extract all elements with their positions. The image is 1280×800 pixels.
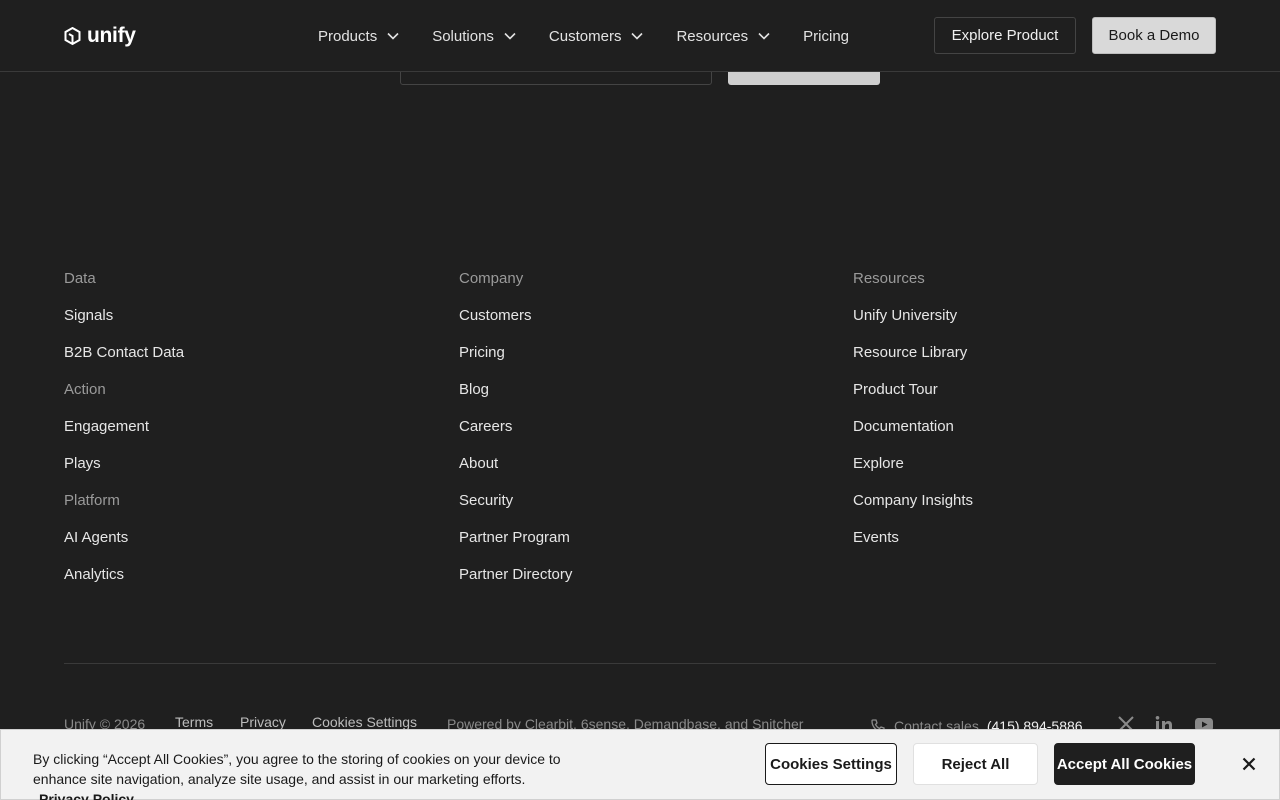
main-nav: Products Solutions Customers Resources P… [318,24,849,48]
nav-products[interactable]: Products [318,28,399,45]
footer-link-analytics[interactable]: Analytics [64,566,184,584]
footer-link-customers[interactable]: Customers [459,307,572,325]
footer-heading: Action [64,381,106,398]
footer-link-company-insights[interactable]: Company Insights [853,492,973,510]
explore-product-button[interactable]: Explore Product [934,17,1076,54]
chevron-down-icon [631,32,644,40]
footer-heading: Data [64,270,96,287]
close-icon[interactable] [1237,752,1261,776]
footer-link-documentation[interactable]: Documentation [853,418,973,436]
unify-logo-icon [64,26,81,45]
footer-link-partner-program[interactable]: Partner Program [459,529,572,547]
footer-link-careers[interactable]: Careers [459,418,572,436]
cookie-banner-text: By clicking “Accept All Cookies”, you ag… [33,749,573,800]
nav-solutions[interactable]: Solutions [432,28,516,45]
cookies-settings-button[interactable]: Cookies Settings [765,743,897,785]
footer-group-action: Action Engagement Plays [64,381,184,473]
footer-link-signals[interactable]: Signals [64,307,184,325]
chevron-down-icon [504,32,516,40]
site-header: unify Products Solutions Customers Resou… [0,0,1280,72]
nav-pricing[interactable]: Pricing [803,28,849,45]
footer-link-product-tour[interactable]: Product Tour [853,381,973,399]
footer-link-engagement[interactable]: Engagement [64,418,184,436]
footer-heading: Platform [64,492,120,509]
nav-pricing-label: Pricing [803,27,850,45]
cookie-message: By clicking “Accept All Cookies”, you ag… [33,751,561,787]
footer-link-events[interactable]: Events [853,529,973,547]
footer-divider [64,663,1216,664]
footer-link-resource-library[interactable]: Resource Library [853,344,973,362]
privacy-policy-link[interactable]: Privacy Policy [39,791,134,800]
terms-link[interactable]: Terms [175,714,213,730]
nav-customers-label: Customers [548,27,622,45]
footer-group-platform: Platform AI Agents Analytics [64,492,184,584]
nav-customers[interactable]: Customers [549,28,644,45]
footer-heading: Resources [853,270,925,287]
footer-link-ai-agents[interactable]: AI Agents [64,529,184,547]
footer-link-pricing[interactable]: Pricing [459,344,572,362]
footer-link-blog[interactable]: Blog [459,381,572,399]
nav-solutions-label: Solutions [432,27,494,45]
footer-link-explore[interactable]: Explore [853,455,973,473]
footer-group-data: Data Signals B2B Contact Data [64,270,184,362]
nav-products-label: Products [318,27,378,45]
footer-link-plays[interactable]: Plays [64,455,184,473]
logo-text: unify [87,24,136,47]
footer-link-security[interactable]: Security [459,492,572,510]
footer-link-partner-directory[interactable]: Partner Directory [459,566,572,584]
cookies-settings-link[interactable]: Cookies Settings [312,714,417,730]
footer-link-about[interactable]: About [459,455,572,473]
nav-resources-label: Resources [676,27,749,45]
nav-resources[interactable]: Resources [676,28,770,45]
footer-link-b2b-contact-data[interactable]: B2B Contact Data [64,344,184,362]
footer-column-resources: Resources Unify University Resource Libr… [853,270,973,566]
unify-logo[interactable]: unify [64,24,136,48]
footer-column-company: Company Customers Pricing Blog Careers A… [459,270,572,603]
chevron-down-icon [387,32,399,40]
reject-all-button[interactable]: Reject All [913,743,1038,785]
book-demo-button[interactable]: Book a Demo [1092,17,1216,54]
footer-column-product: Data Signals B2B Contact Data Action Eng… [64,270,184,603]
footer-heading: Company [459,270,524,287]
accept-all-cookies-button[interactable]: Accept All Cookies [1054,743,1195,785]
privacy-link[interactable]: Privacy [240,714,286,730]
footer-link-unify-university[interactable]: Unify University [853,307,973,325]
chevron-down-icon [758,32,770,40]
cookie-banner: By clicking “Accept All Cookies”, you ag… [0,729,1280,800]
